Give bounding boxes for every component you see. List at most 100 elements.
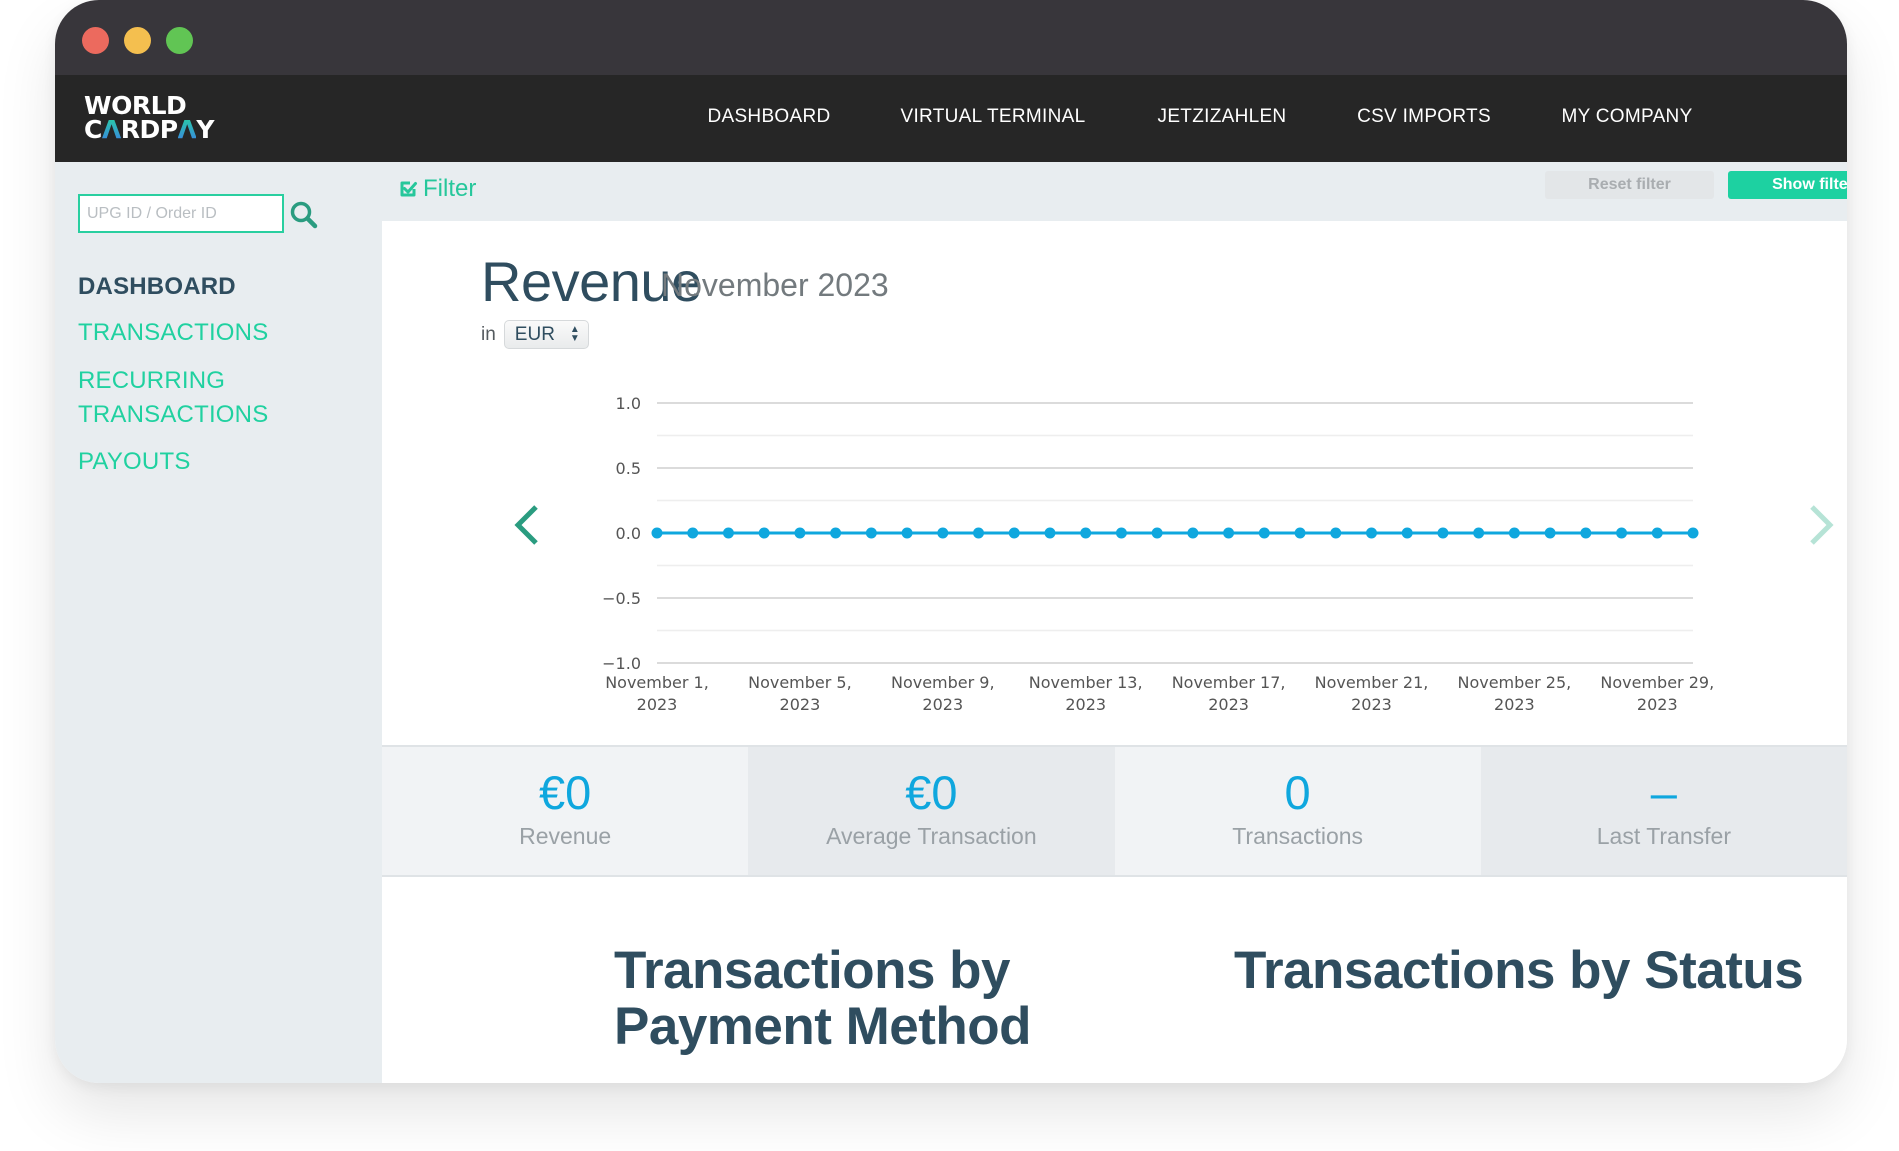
data-point (1508, 527, 1520, 539)
data-point (1365, 527, 1377, 539)
stat-label: Transactions (1232, 823, 1364, 849)
stat-average-transaction: €0 Average Transaction (748, 747, 1115, 875)
stat-last-transfer: – Last Transfer (1480, 747, 1847, 875)
x-tick-label: November 5, (748, 673, 852, 692)
data-point (865, 527, 877, 539)
nav-csv-imports[interactable]: CSV IMPORTS (1357, 106, 1491, 128)
logo-accent-a: Λ (177, 115, 197, 144)
stat-transactions: 0 Transactions (1114, 747, 1481, 875)
x-tick-label: November 29, (1600, 673, 1714, 692)
data-point (1616, 527, 1628, 539)
stats-row: €0 Revenue €0 Average Transaction 0 Tran… (382, 745, 1847, 877)
sidebar-item-payouts[interactable]: PAYOUTS (78, 445, 191, 479)
y-tick-label: −0.5 (602, 589, 641, 608)
logo-line-2: CΛRDPΛY (84, 115, 215, 144)
minimize-window-button[interactable] (124, 27, 151, 54)
data-point (1473, 527, 1485, 539)
data-point (830, 527, 842, 539)
data-point (937, 527, 949, 539)
stat-label: Average Transaction (826, 823, 1037, 849)
filter-label: Filter (423, 175, 477, 202)
data-point (651, 527, 663, 539)
x-tick-label-year: 2023 (1494, 695, 1535, 714)
data-point (687, 527, 699, 539)
chart-series (651, 527, 1699, 539)
x-tick-label-year: 2023 (1208, 695, 1249, 714)
revenue-line-chart: 1.00.50.0−0.5−1.0 November 1,2023Novembe… (602, 394, 1714, 714)
x-tick-label: November 1, (605, 673, 709, 692)
data-point (1115, 527, 1127, 539)
data-point (794, 527, 806, 539)
data-point (1258, 527, 1270, 539)
y-tick-label: 1.0 (616, 394, 641, 413)
main-content: Revenue November 2023 in EUR ▲ ▼ 1.0 0.5 0.… (382, 221, 1847, 1083)
data-point (1330, 527, 1342, 539)
nav-virtual-terminal[interactable]: VIRTUAL TERMINAL (901, 106, 1086, 128)
x-tick-label: November 13, (1029, 673, 1143, 692)
sidebar-item-label: RECURRING (78, 367, 226, 394)
nav-jetzizahlen[interactable]: JETZIZAHLEN (1158, 106, 1287, 128)
x-tick-label: November 25, (1457, 673, 1571, 692)
sidebar-item-label: TRANSACTIONS (78, 401, 269, 428)
data-point (973, 527, 985, 539)
data-point (1651, 527, 1663, 539)
x-tick-label: November 9, (891, 673, 995, 692)
title-bar (55, 0, 1847, 75)
stat-label: Last Transfer (1596, 823, 1731, 849)
data-point (1044, 527, 1056, 539)
stat-label: Revenue (519, 823, 612, 849)
filter-bar: Filter Reset filter Show filter (382, 162, 1847, 221)
app-window: WORLD CΛRDPΛY DASHBOARD VIRTUAL TERMINAL… (55, 0, 1847, 1083)
stat-value: €0 (905, 766, 958, 819)
order-id-search-input[interactable] (78, 194, 284, 233)
x-tick-label-year: 2023 (1351, 695, 1392, 714)
filter-toggle[interactable]: Filter (398, 175, 476, 203)
chart-y-ticks: 1.0 0.5 0.0 −0.5 −1.0 (602, 394, 641, 673)
sidebar-item-recurring-transactions[interactable]: RECURRING TRANSACTIONS (78, 364, 268, 432)
data-point (758, 527, 770, 539)
y-tick-label: 0.0 (616, 524, 641, 543)
data-point (1223, 527, 1235, 539)
sidebar-item-transactions[interactable]: TRANSACTIONS (78, 316, 268, 350)
show-filter-button[interactable]: Show filter (1728, 171, 1847, 199)
sidebar: DASHBOARD TRANSACTIONS RECURRING TRANSAC… (55, 162, 382, 1083)
data-point (1580, 527, 1592, 539)
data-point (1080, 527, 1092, 539)
brand-logo[interactable]: WORLD CΛRDPΛY (84, 93, 215, 144)
data-point (1437, 527, 1449, 539)
data-point (1187, 527, 1199, 539)
x-tick-label-year: 2023 (922, 695, 963, 714)
data-point (901, 527, 913, 539)
stat-value: 0 (1284, 766, 1311, 819)
data-point (722, 527, 734, 539)
chart-x-ticks: November 1, 2023 November 5, 2023 November 9… (605, 673, 1714, 714)
logo-letter: Y (196, 115, 215, 144)
stat-value: €0 (538, 766, 592, 819)
payment-method-section-title: Transactions by Payment Method (614, 941, 1032, 1056)
y-tick-label: 0.5 (616, 459, 641, 478)
data-point (1294, 527, 1306, 539)
revenue-chart-section: Revenue November 2023 in EUR ▲ ▼ 1.0 0.5 0.… (382, 221, 1847, 745)
data-point (1687, 527, 1699, 539)
search-icon[interactable] (289, 200, 319, 230)
stat-revenue: €0 Revenue (382, 747, 749, 875)
x-tick-label-year: 2023 (637, 695, 678, 714)
logo-letter: C (84, 115, 102, 144)
reset-filter-button[interactable]: Reset filter (1545, 171, 1714, 199)
maximize-window-button[interactable] (166, 27, 193, 54)
sidebar-item-dashboard[interactable]: DASHBOARD (78, 270, 236, 304)
logo-accent-a: Λ (101, 115, 121, 144)
data-point (1401, 527, 1413, 539)
data-point (1151, 527, 1163, 539)
nav-dashboard[interactable]: DASHBOARD (707, 106, 830, 128)
nav-my-company[interactable]: MY COMPANY (1561, 106, 1692, 128)
status-section-title: Transactions by Status (1234, 941, 1804, 1000)
stat-value: – (1650, 766, 1677, 819)
x-tick-label: November 21, (1315, 673, 1429, 692)
logo-letters: RDP (120, 115, 178, 144)
x-tick-label-year: 2023 (1637, 695, 1678, 714)
data-point (1008, 527, 1020, 539)
data-point (1544, 527, 1556, 539)
close-window-button[interactable] (82, 27, 109, 54)
x-tick-label-year: 2023 (1065, 695, 1106, 714)
